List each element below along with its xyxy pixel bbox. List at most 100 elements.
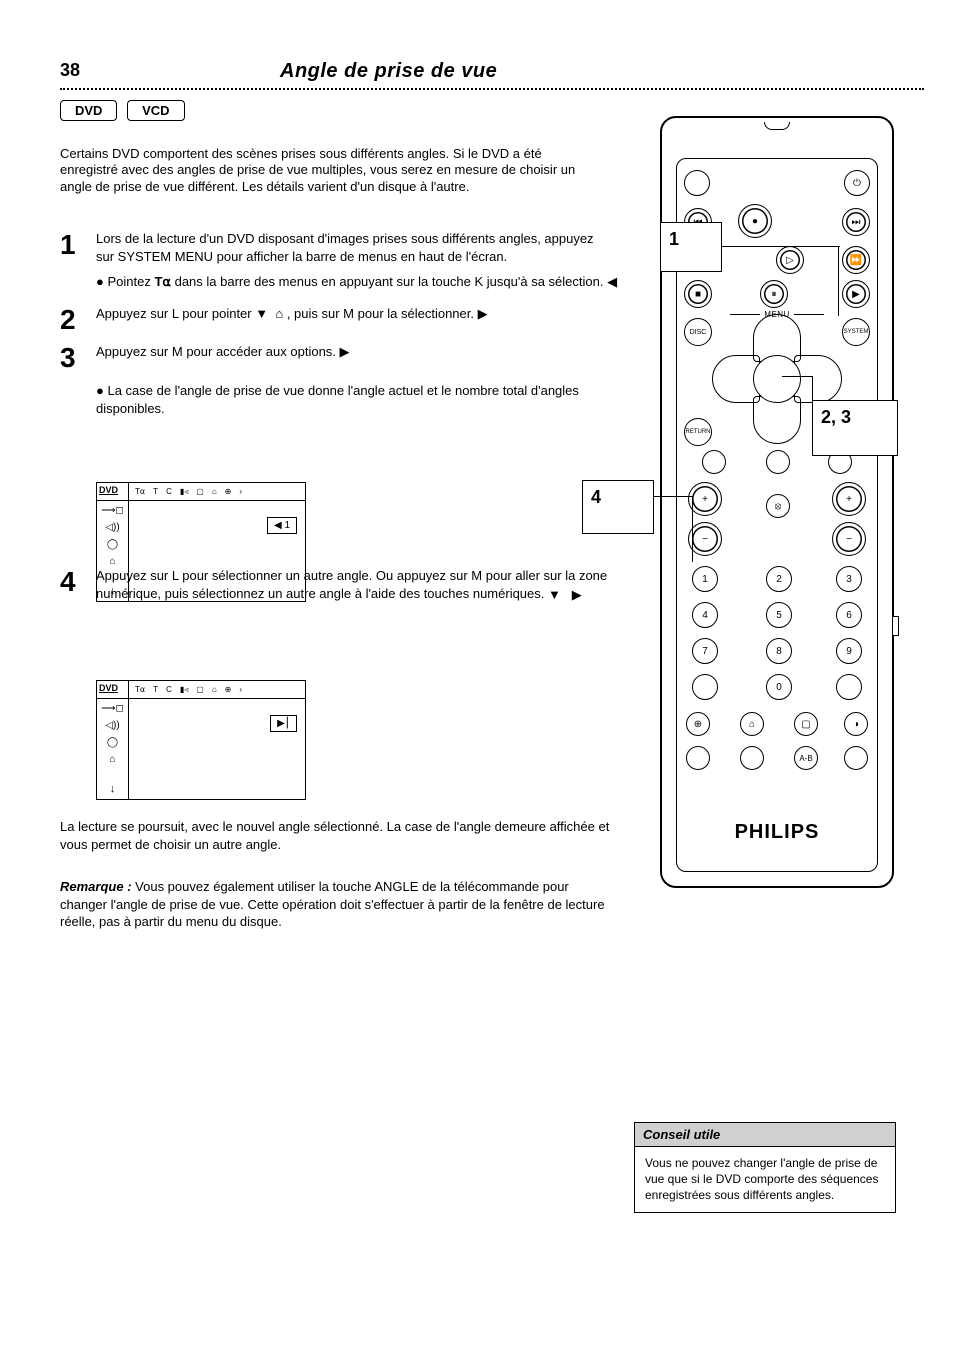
extra-b-button[interactable] (740, 746, 764, 770)
step-2: 2 Appuyez sur L pour pointer ⌂ , puis su… (60, 305, 615, 336)
num-4-button[interactable]: 4 (692, 602, 718, 628)
blank-left-button[interactable] (692, 674, 718, 700)
triangle-down-icon-b (548, 586, 561, 604)
page-title: Angle de prise de vue (280, 60, 497, 83)
callout-1-leader-v (838, 246, 839, 316)
tab-icon: T⍺ (135, 685, 145, 694)
resume-text: La lecture se poursuit, avec le nouvel a… (60, 818, 615, 853)
side-down-arrow-icon: ↓ (110, 783, 116, 795)
power-button[interactable]: ⏻ (844, 170, 870, 196)
angle-glyph-icon: T⍺ (154, 274, 171, 289)
step-1-bullet-b: dans la barre des menus en appuyant sur … (175, 274, 604, 289)
step-1-text-a: Lors de la lecture d'un DVD disposant d'… (96, 231, 594, 264)
side-icon: ◯ (107, 539, 118, 550)
num-3-button[interactable]: 3 (836, 566, 862, 592)
angle-button[interactable]: ⌂ (740, 712, 764, 736)
mock-b-tab-icons: T⍺ T C ▮◃ ▢ ⌂ ⊕ › (129, 681, 305, 698)
play-slow-button[interactable]: ▷ (776, 246, 804, 274)
mock-a-tabs: DVD T⍺ T C ▮◃ ▢ ⌂ ⊕ › (97, 483, 305, 501)
step-3-text: Appuyez sur M pour accéder aux options. (96, 344, 336, 359)
note-body: Vous pouvez également utiliser la touche… (60, 879, 605, 929)
num-9-button[interactable]: 9 (836, 638, 862, 664)
next-button[interactable]: ⏭ (842, 208, 870, 236)
step-1-bullet-a: Pointez (107, 274, 154, 289)
system-menu-button[interactable]: SYSTEM (842, 318, 870, 346)
stop-button[interactable]: ■ (684, 280, 712, 308)
func-button-b[interactable] (766, 450, 790, 474)
step-2-text-a: Appuyez sur L pour pointer (96, 306, 255, 321)
func-button-a[interactable] (702, 450, 726, 474)
tab-icon: T⍺ (135, 487, 145, 496)
num-7-button[interactable]: 7 (692, 638, 718, 664)
nav-down-button[interactable] (753, 396, 801, 444)
tip-box: Conseil utile Vous ne pouvez changer l'a… (634, 1122, 896, 1213)
num-8-button[interactable]: 8 (766, 638, 792, 664)
note: Remarque : Vous pouvez également utilise… (60, 878, 615, 931)
num-5-button[interactable]: 5 (766, 602, 792, 628)
blank-right-button[interactable] (836, 674, 862, 700)
play-button[interactable]: ▶ (842, 280, 870, 308)
mock-a-dvd: DVD (97, 483, 129, 500)
ch-up-button[interactable]: + (832, 482, 866, 516)
callout-2-num: 2, 3 (821, 407, 851, 427)
side-icon: ⟶◻ (101, 703, 124, 714)
vol-up-button[interactable]: + (688, 482, 722, 516)
onscreen-mock-b: DVD T⍺ T C ▮◃ ▢ ⌂ ⊕ › ⟶◻ ◁)) ◯ ⌂ ↓ ▶⎮ (96, 680, 306, 800)
extra-a-button[interactable] (686, 746, 710, 770)
side-icon: ⌂ (109, 754, 115, 765)
intro-text: Certains DVD comportent des scènes prise… (60, 146, 600, 195)
top-left-button[interactable] (684, 170, 710, 196)
side-icon: ◁)) (105, 720, 119, 731)
pause-button[interactable]: ⏸ (760, 280, 788, 308)
mock-b-side: ⟶◻ ◁)) ◯ ⌂ ↓ (97, 699, 129, 799)
step-1: 1 Lors de la lecture d'un DVD disposant … (60, 230, 615, 265)
ch-down-button[interactable]: − (832, 522, 866, 556)
num-1-button[interactable]: 1 (692, 566, 718, 592)
pill-dvd: DVD (60, 100, 117, 121)
step-3: 3 Appuyez sur M pour accéder aux options… (60, 343, 615, 374)
record-button[interactable]: ● (738, 204, 772, 238)
nav-ok-button[interactable] (753, 355, 801, 403)
step-3-bullet: ● La case de l'angle de prise de vue don… (96, 382, 626, 417)
ffwd-button[interactable]: ⏩ (842, 246, 870, 274)
num-0-button[interactable]: 0 (766, 674, 792, 700)
vol-down-button[interactable]: − (688, 522, 722, 556)
triangle-left-icon (607, 273, 617, 291)
triangle-down-icon (255, 305, 268, 323)
tab-icon: ⌂ (212, 685, 217, 694)
onscreen-mock-a: DVD T⍺ T C ▮◃ ▢ ⌂ ⊕ › ⟶◻ ◁)) ◯ ⌂ ↓ ◀ 1 (96, 482, 306, 602)
audio-button[interactable]: ◑ (844, 712, 868, 736)
side-icon: ◁)) (105, 522, 119, 533)
callout-2-leader (812, 376, 813, 402)
tab-arrow-icon: › (239, 685, 242, 694)
mock-b-tabs: DVD T⍺ T C ▮◃ ▢ ⌂ ⊕ › (97, 681, 305, 699)
nav-right-button[interactable] (794, 355, 842, 403)
tab-icon: ▢ (196, 487, 204, 496)
tab-arrow-icon: › (239, 487, 242, 496)
mock-a-side: ⟶◻ ◁)) ◯ ⌂ ↓ (97, 501, 129, 601)
callout-1-num: 1 (669, 229, 679, 249)
triangle-right-icon-c (572, 586, 582, 604)
repeat-ab-button[interactable]: A-B (794, 746, 818, 770)
step-3-bullet-text: La case de l'angle de prise de vue donne… (96, 383, 579, 416)
zoom-button[interactable]: ⊕ (686, 712, 710, 736)
mock-b-dvd: DVD (97, 681, 129, 698)
subtitle-button[interactable]: ▢ (794, 712, 818, 736)
side-icon: ◯ (107, 737, 118, 748)
num-6-button[interactable]: 6 (836, 602, 862, 628)
mute-button[interactable]: ⦻ (766, 494, 790, 518)
step-num-3: 3 (60, 343, 86, 374)
page-number: 38 (60, 60, 80, 81)
brand-label: PHILIPS (662, 821, 892, 844)
step-num-2: 2 (60, 305, 86, 336)
disc-menu-button[interactable]: DISC (684, 318, 712, 346)
num-2-button[interactable]: 2 (766, 566, 792, 592)
tip-heading: Conseil utile (635, 1123, 895, 1147)
side-icon: ⌂ (109, 556, 115, 567)
extra-d-button[interactable] (844, 746, 868, 770)
mock-a-tab-icons: T⍺ T C ▮◃ ▢ ⌂ ⊕ › (129, 483, 305, 500)
return-button[interactable]: RETURN (684, 418, 712, 446)
angle-value-box: ◀ 1 (267, 517, 297, 534)
tip-body: Vous ne pouvez changer l'angle de prise … (635, 1147, 895, 1212)
tab-icon: ▮◃ (180, 487, 188, 496)
